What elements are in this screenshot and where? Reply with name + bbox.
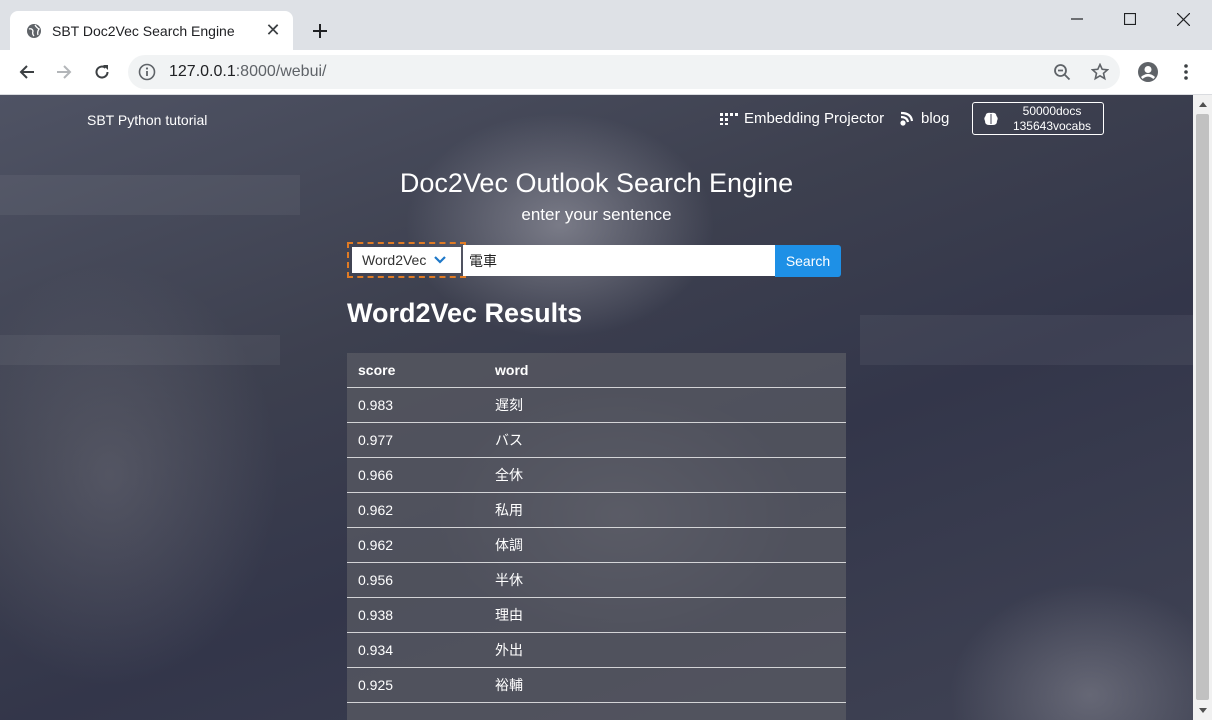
brain-icon xyxy=(983,111,1001,127)
word-cell: 理由 xyxy=(484,597,846,633)
results-table: score word 0.983 遅刻 0.977 バス 0.966 全休 0.962… xyxy=(347,353,846,720)
word-cell xyxy=(484,702,846,720)
page-title: Doc2Vec Outlook Search Engine xyxy=(399,168,794,198)
browser-toolbar: 127.0.0.1:8000/webui/ xyxy=(0,50,1212,95)
profile-avatar-icon[interactable] xyxy=(1134,58,1162,86)
stats-docs: 50000docs xyxy=(1022,103,1082,118)
grid-icon xyxy=(720,112,738,125)
info-icon[interactable] xyxy=(138,63,156,81)
nav-brand[interactable]: SBT Python tutorial xyxy=(87,112,207,128)
embedding-projector-label: Embedding Projector xyxy=(744,110,885,127)
blog-link[interactable]: blog xyxy=(899,110,949,127)
score-cell: 0.983 xyxy=(347,387,484,423)
word-cell: 全休 xyxy=(484,457,846,493)
score-cell: 0.925 xyxy=(347,667,484,703)
column-header-score: score xyxy=(347,353,484,388)
url-path: :8000/webui/ xyxy=(235,63,327,80)
column-header-word: word xyxy=(484,353,846,388)
page-subtitle: enter your sentence xyxy=(521,205,672,224)
table-row: 0.938 理由 xyxy=(347,597,846,633)
browser-menu-icon[interactable] xyxy=(1172,58,1200,86)
background-decoration xyxy=(0,335,280,365)
new-tab-icon[interactable] xyxy=(306,17,334,45)
url-host: 127.0.0.1 xyxy=(169,63,236,80)
score-cell: 0.962 xyxy=(347,492,484,528)
word-cell: 裕輔 xyxy=(484,667,846,703)
minimize-window-icon[interactable] xyxy=(1054,6,1100,32)
word-cell: 体調 xyxy=(484,527,846,563)
page-viewport: SBT Python tutorial Embedding Projector … xyxy=(0,95,1193,720)
table-row: 0.977 バス xyxy=(347,422,846,458)
stats-text: 50000docs 135643vocabs xyxy=(1001,104,1103,134)
scroll-up-icon[interactable] xyxy=(1193,96,1212,113)
address-bar[interactable]: 127.0.0.1:8000/webui/ xyxy=(128,55,1120,89)
blog-icon xyxy=(899,111,915,127)
table-row: 0.962 私用 xyxy=(347,492,846,528)
close-window-icon[interactable] xyxy=(1160,6,1206,32)
maximize-window-icon[interactable] xyxy=(1107,6,1153,32)
score-cell: 0.962 xyxy=(347,527,484,563)
tab-title: SBT Doc2Vec Search Engine xyxy=(52,22,235,39)
embedding-projector-link[interactable]: Embedding Projector xyxy=(720,110,884,127)
score-cell: 0.934 xyxy=(347,632,484,668)
blog-label: blog xyxy=(921,110,950,127)
score-cell: 0.938 xyxy=(347,597,484,633)
word-cell: バス xyxy=(484,422,846,458)
score-cell: 0.966 xyxy=(347,457,484,493)
score-cell: 0.956 xyxy=(347,562,484,598)
word-cell: 私用 xyxy=(484,492,846,528)
browser-tabstrip: SBT Doc2Vec Search Engine ✕ xyxy=(0,0,1212,50)
reload-icon[interactable] xyxy=(88,58,116,86)
close-tab-icon[interactable]: ✕ xyxy=(263,20,283,41)
mode-select[interactable]: Word2Vec xyxy=(352,247,461,273)
score-cell xyxy=(347,702,484,720)
back-icon[interactable] xyxy=(13,58,41,86)
browser-tab[interactable]: SBT Doc2Vec Search Engine ✕ xyxy=(10,11,293,50)
background-decoration xyxy=(860,315,1193,365)
scrollbar-thumb[interactable] xyxy=(1196,114,1209,700)
stats-vocabs: 135643vocabs xyxy=(1012,118,1092,133)
mode-select-focus-outline: Word2Vec xyxy=(347,242,466,278)
results-title: Word2Vec Results xyxy=(347,298,583,328)
scroll-down-icon[interactable] xyxy=(1193,702,1212,719)
globe-icon xyxy=(26,23,42,39)
word-cell: 遅刻 xyxy=(484,387,846,423)
table-row: 0.966 全休 xyxy=(347,457,846,493)
score-cell: 0.977 xyxy=(347,422,484,458)
table-row: 0.925 裕輔 xyxy=(347,667,846,703)
bookmark-star-icon[interactable] xyxy=(1090,62,1110,82)
word-cell: 半休 xyxy=(484,562,846,598)
search-button[interactable]: Search xyxy=(775,245,841,277)
search-input[interactable]: 電車 xyxy=(463,245,775,276)
search-form: Word2Vec 電車 Search xyxy=(347,242,841,278)
table-row: 0.934 外出 xyxy=(347,632,846,668)
mode-select-value: Word2Vec xyxy=(362,252,427,268)
url-text: 127.0.0.1:8000/webui/ xyxy=(169,63,326,81)
page-scrollbar[interactable] xyxy=(1193,95,1212,720)
forward-icon[interactable] xyxy=(50,58,78,86)
table-row xyxy=(347,702,846,720)
chevron-down-icon xyxy=(434,256,447,264)
table-row: 0.983 遅刻 xyxy=(347,387,846,423)
corpus-stats-badge[interactable]: 50000docs 135643vocabs xyxy=(972,102,1104,135)
table-header-row: score word xyxy=(347,353,846,388)
zoom-icon[interactable] xyxy=(1052,62,1072,82)
table-row: 0.956 半休 xyxy=(347,562,846,598)
word-cell: 外出 xyxy=(484,632,846,668)
table-row: 0.962 体調 xyxy=(347,527,846,563)
